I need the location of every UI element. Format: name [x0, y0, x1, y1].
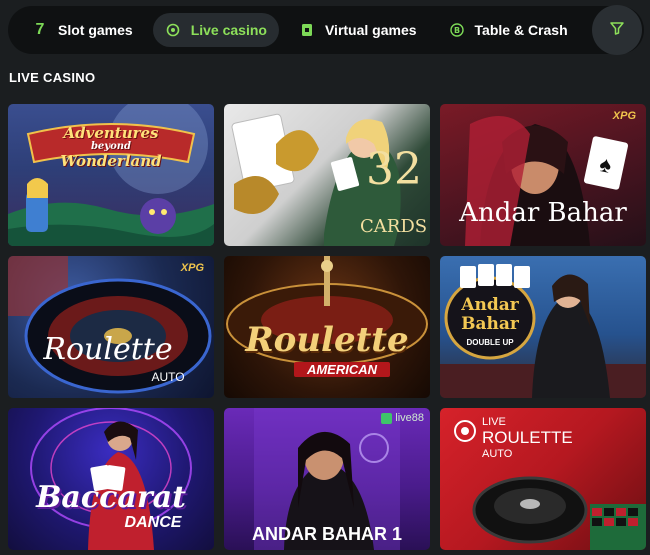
game-subtitle: AUTO	[151, 370, 185, 384]
game-title: Adventures beyond Wonderland	[60, 124, 162, 170]
table-icon: B	[449, 22, 465, 38]
game-card-roulette-american[interactable]: Roulette AMERICAN	[224, 256, 430, 398]
provider-logo: live88	[381, 412, 424, 424]
seven-icon: 7	[35, 21, 45, 38]
game-title-word: CARDS	[360, 216, 428, 237]
page: 7 Slot games Live casino Virtual games B…	[0, 0, 650, 555]
game-prefix: LIVE	[482, 416, 506, 428]
virtual-icon	[299, 22, 315, 38]
roulette-logo-icon	[454, 420, 476, 442]
game-card-adventures-wonderland[interactable]: Adventures beyond Wonderland	[8, 104, 214, 246]
tab-label: Virtual games	[324, 22, 417, 38]
game-title-number: 32	[366, 144, 422, 195]
tab-slot-games[interactable]: 7 Slot games	[20, 13, 145, 47]
filter-icon	[609, 20, 625, 41]
category-tabbar: 7 Slot games Live casino Virtual games B…	[8, 5, 644, 55]
game-subtitle: DANCE	[124, 514, 182, 531]
tab-live-casino[interactable]: Live casino	[152, 13, 279, 47]
provider-logo: XPG	[612, 110, 636, 122]
game-subtitle: AUTO	[482, 448, 513, 460]
live-icon	[165, 22, 181, 38]
game-card-live-roulette-auto[interactable]: LIVE ROULETTE AUTO	[440, 408, 646, 550]
tab-label: Slot games	[58, 22, 133, 38]
game-title: Andar Bahar	[461, 295, 519, 334]
game-title: Baccarat	[36, 480, 186, 515]
live88-icon	[381, 412, 393, 424]
section-title: LIVE CASINO	[9, 70, 96, 85]
svg-text:B: B	[453, 26, 459, 35]
game-subtitle: AMERICAN	[294, 362, 390, 377]
game-card-baccarat-dance[interactable]: Baccarat DANCE	[8, 408, 214, 550]
tab-label: Live casino	[190, 22, 267, 38]
game-card-32-cards[interactable]: 32 CARDS	[224, 104, 430, 246]
provider-logo: XPG	[180, 262, 204, 274]
game-card-andar-bahar-1[interactable]: live88 ANDAR BAHAR 1	[224, 408, 430, 550]
game-title: ROULETTE	[482, 428, 573, 447]
tab-table-crash[interactable]: B Table & Crash	[437, 13, 580, 47]
game-title: Andar Bahar	[459, 198, 627, 228]
game-card-andar-bahar[interactable]: ♠ XPG Andar Bahar	[440, 104, 646, 246]
filter-button[interactable]	[592, 5, 642, 55]
game-title: Roulette	[245, 320, 409, 360]
tab-label: Table & Crash	[474, 22, 568, 38]
game-subtitle: DOUBLE UP	[466, 338, 514, 347]
tab-virtual-games[interactable]: Virtual games	[287, 13, 429, 47]
game-title: ANDAR BAHAR 1	[251, 524, 402, 544]
game-card-roulette-auto[interactable]: XPG Roulette AUTO	[8, 256, 214, 398]
game-card-andar-bahar-double-up[interactable]: Andar Bahar DOUBLE UP	[440, 256, 646, 398]
game-title: Roulette	[43, 332, 173, 367]
